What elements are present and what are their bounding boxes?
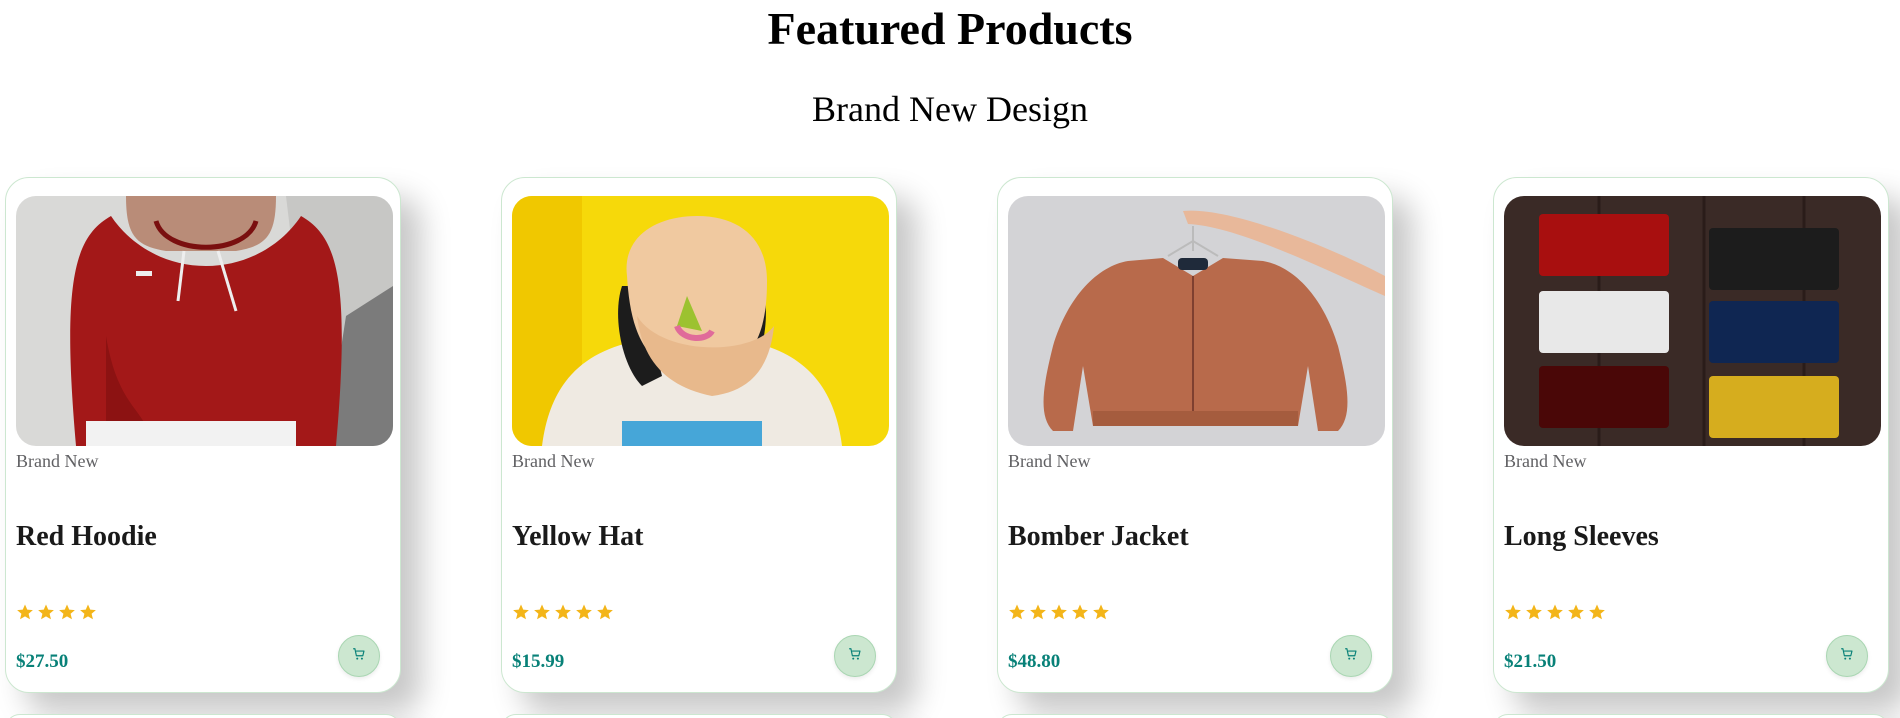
star-icon <box>37 603 55 625</box>
product-brand: Brand New <box>1008 451 1091 471</box>
star-icon <box>58 603 76 625</box>
product-price: $48.80 <box>1008 651 1061 672</box>
star-icon <box>1567 603 1585 625</box>
star-icon <box>575 603 593 625</box>
star-icon <box>1504 603 1522 625</box>
star-icon <box>1008 603 1026 625</box>
cart-icon <box>848 647 862 666</box>
star-icon <box>1029 603 1047 625</box>
featured-products-section: Featured Products Brand New Design Brand… <box>0 0 1900 718</box>
product-price: $21.50 <box>1504 651 1557 672</box>
add-to-cart-button[interactable] <box>338 635 380 677</box>
star-icon <box>1071 603 1089 625</box>
product-price: $27.50 <box>16 651 69 672</box>
add-to-cart-button[interactable] <box>834 635 876 677</box>
add-to-cart-button[interactable] <box>1826 635 1868 677</box>
product-image[interactable] <box>512 196 889 446</box>
star-icon <box>554 603 572 625</box>
product-name[interactable]: Long Sleeves <box>1504 521 1659 553</box>
product-card-partial[interactable] <box>5 714 401 718</box>
product-brand: Brand New <box>16 451 99 471</box>
product-card-red-hoodie[interactable]: Brand New Red Hoodie $27.50 <box>5 177 401 693</box>
section-title: Featured Products <box>767 3 1133 54</box>
star-icon <box>16 603 34 625</box>
add-to-cart-button[interactable] <box>1330 635 1372 677</box>
product-name[interactable]: Bomber Jacket <box>1008 521 1189 553</box>
star-icon <box>1588 603 1606 625</box>
star-icon <box>596 603 614 625</box>
cart-icon <box>1344 647 1358 666</box>
product-brand: Brand New <box>512 451 595 471</box>
star-icon <box>1546 603 1564 625</box>
cart-icon <box>352 647 366 666</box>
rating-stars <box>16 603 97 625</box>
rating-stars <box>1008 603 1110 625</box>
product-name[interactable]: Red Hoodie <box>16 521 157 553</box>
product-brand: Brand New <box>1504 451 1587 471</box>
product-card-partial[interactable] <box>501 714 897 718</box>
product-card-partial[interactable] <box>1493 714 1889 718</box>
star-icon <box>79 603 97 625</box>
product-card-long-sleeves[interactable]: Brand New Long Sleeves $21.50 <box>1493 177 1889 693</box>
product-image[interactable] <box>1504 196 1881 446</box>
product-image[interactable] <box>16 196 393 446</box>
star-icon <box>533 603 551 625</box>
product-price: $15.99 <box>512 651 565 672</box>
product-card-partial[interactable] <box>997 714 1393 718</box>
product-image[interactable] <box>1008 196 1385 446</box>
product-name[interactable]: Yellow Hat <box>512 521 643 553</box>
product-card-bomber-jacket[interactable]: Brand New Bomber Jacket $48.80 <box>997 177 1393 693</box>
rating-stars <box>1504 603 1606 625</box>
star-icon <box>1092 603 1110 625</box>
section-subtitle: Brand New Design <box>812 89 1088 129</box>
rating-stars <box>512 603 614 625</box>
star-icon <box>1050 603 1068 625</box>
product-card-yellow-hat[interactable]: Brand New Yellow Hat $15.99 <box>501 177 897 693</box>
cart-icon <box>1840 647 1854 666</box>
star-icon <box>512 603 530 625</box>
star-icon <box>1525 603 1543 625</box>
